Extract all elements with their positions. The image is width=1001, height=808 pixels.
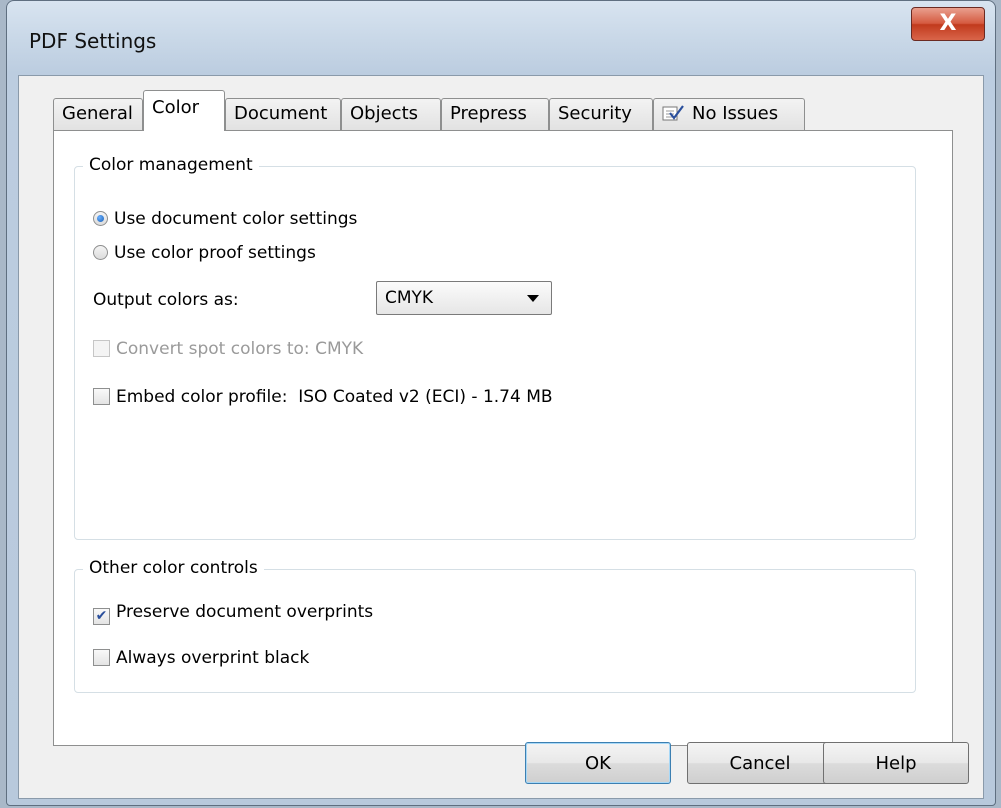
- tab-document[interactable]: Document: [225, 98, 341, 130]
- tab-no-issues[interactable]: No Issues: [653, 98, 805, 130]
- checkbox-label: Always overprint black: [116, 648, 310, 668]
- cancel-button[interactable]: Cancel: [687, 742, 833, 784]
- group-title: Color management: [83, 155, 259, 175]
- tab-label: Objects: [350, 103, 419, 124]
- output-colors-select[interactable]: CMYK: [376, 281, 552, 315]
- tab-label: General: [62, 103, 133, 124]
- spot-target-value: CMYK: [315, 339, 364, 359]
- checkbox-checked[interactable]: ✔: [93, 608, 110, 625]
- select-value: CMYK: [385, 288, 434, 308]
- use-proof-color-radio[interactable]: Use color proof settings: [93, 243, 316, 263]
- tab-prepress[interactable]: Prepress: [441, 98, 549, 130]
- ok-button[interactable]: OK: [525, 742, 671, 784]
- preserve-overprints-checkbox[interactable]: ✔ Preserve document overprints: [93, 602, 373, 625]
- overprint-black-checkbox[interactable]: Always overprint black: [93, 648, 309, 668]
- tab-security[interactable]: Security: [549, 98, 653, 130]
- help-button[interactable]: Help: [823, 742, 969, 784]
- tab-label: Document: [234, 103, 328, 124]
- checkbox-unchecked[interactable]: [93, 388, 110, 405]
- output-colors-label: Output colors as:: [93, 290, 239, 310]
- radio-label: Use color proof settings: [114, 243, 316, 263]
- tab-objects[interactable]: Objects: [341, 98, 441, 130]
- checkbox-disabled: [93, 340, 110, 357]
- close-icon: X: [939, 11, 957, 36]
- group-title: Other color controls: [83, 558, 264, 578]
- radio-label: Use document color settings: [114, 209, 358, 229]
- checkbox-label: Preserve document overprints: [116, 602, 374, 622]
- embed-color-profile-checkbox[interactable]: Embed color profile: ISO Coated v2 (ECI)…: [93, 387, 553, 407]
- pdf-settings-dialog: PDF Settings X General Color Document Ob…: [6, 0, 996, 806]
- color-profile-value: ISO Coated v2 (ECI) - 1.74 MB: [298, 387, 553, 407]
- radio-selected[interactable]: [93, 211, 108, 226]
- dialog-client-area: General Color Document Objects Prepress …: [18, 75, 984, 799]
- tab-label: Prepress: [450, 103, 527, 124]
- checkbox-label: Embed color profile:: [116, 387, 288, 407]
- radio-unselected[interactable]: [93, 245, 108, 260]
- tab-label: No Issues: [692, 103, 779, 124]
- use-document-color-radio[interactable]: Use document color settings: [93, 209, 357, 229]
- other-color-controls-group: Other color controls ✔ Preserve document …: [74, 558, 916, 693]
- close-button[interactable]: X: [911, 7, 985, 41]
- tab-color[interactable]: Color: [143, 90, 225, 131]
- chevron-down-icon: [527, 295, 539, 302]
- color-tab-panel: Color management Use document color sett…: [53, 130, 953, 746]
- dialog-title: PDF Settings: [29, 29, 157, 53]
- tab-general[interactable]: General: [53, 98, 143, 130]
- tab-label: Security: [558, 103, 632, 124]
- checklist-icon: [662, 99, 684, 129]
- checkbox-label: Convert spot colors to:: [116, 339, 310, 359]
- tab-label: Color: [152, 97, 199, 118]
- color-management-group: Color management Use document color sett…: [74, 155, 916, 540]
- checkbox-unchecked[interactable]: [93, 649, 110, 666]
- convert-spot-colors-checkbox: Convert spot colors to: CMYK: [93, 339, 363, 359]
